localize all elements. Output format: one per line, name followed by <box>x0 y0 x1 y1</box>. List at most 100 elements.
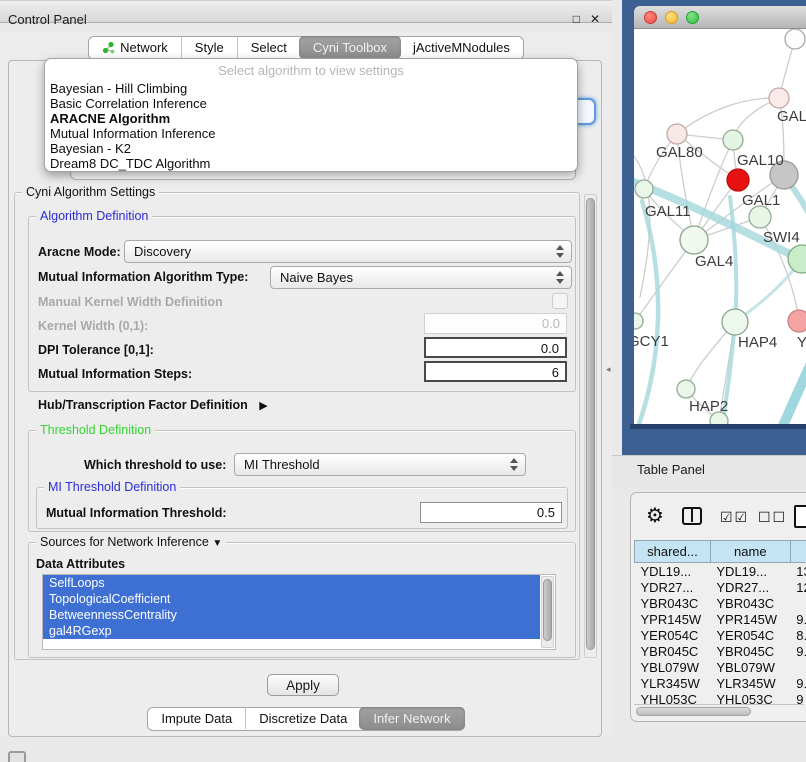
table-cell[interactable]: 12 <box>790 579 806 595</box>
table-cell[interactable] <box>790 659 806 675</box>
network-node[interactable] <box>680 226 708 254</box>
tab-network[interactable]: Network <box>89 37 181 58</box>
table-cell[interactable]: 9. <box>790 675 806 691</box>
tab-jactivemnodules[interactable]: jActiveMNodules <box>400 37 523 58</box>
hub-section-label[interactable]: Hub/Transcription Factor Definition ▶ <box>38 398 268 412</box>
table-cell[interactable]: YBL079W <box>635 659 711 675</box>
table-row[interactable]: YDR27...YDR27...12 <box>635 579 806 595</box>
tab-infer-network[interactable]: Infer Network <box>359 707 464 730</box>
network-node[interactable] <box>634 313 643 329</box>
mi-threshold-field[interactable]: 0.5 <box>420 502 562 523</box>
list-item[interactable]: gal4RGexp <box>43 623 540 639</box>
table-cell[interactable]: YHL053C <box>635 691 711 704</box>
dropdown-item[interactable]: Dream8 DC_TDC Algorithm <box>45 156 577 171</box>
column-header-shared-name[interactable]: shared... <box>635 541 711 563</box>
table-row[interactable]: YBR043CYBR043C <box>635 595 806 611</box>
dropdown-item[interactable]: Bayesian - K2 <box>45 141 577 156</box>
table-row[interactable]: YPR145WYPR145W9. <box>635 611 806 627</box>
column-header-cut[interactable] <box>790 541 806 563</box>
table-cell[interactable]: 9. <box>790 643 806 659</box>
network-node[interactable] <box>749 206 771 228</box>
network-node[interactable] <box>769 88 789 108</box>
network-node[interactable] <box>635 180 653 198</box>
table-cell[interactable]: YDL19... <box>710 563 790 580</box>
dropdown-item[interactable]: Mutual Information Inference <box>45 126 577 141</box>
table-cell[interactable]: YBR045C <box>710 643 790 659</box>
table-row[interactable]: YBL079WYBL079W <box>635 659 806 675</box>
network-edge[interactable] <box>677 98 779 134</box>
table-cell[interactable]: YPR145W <box>635 611 711 627</box>
scrollbar-thumb[interactable] <box>543 579 552 641</box>
list-item[interactable]: SelfLoops <box>43 575 540 591</box>
table-row[interactable]: YER054CYER054C8. <box>635 627 806 643</box>
table-cell[interactable]: YBL079W <box>710 659 790 675</box>
network-node[interactable] <box>785 29 805 49</box>
chevron-down-icon[interactable]: ▼ <box>212 538 222 549</box>
document-icon[interactable] <box>794 505 806 528</box>
tab-discretize-data[interactable]: Discretize Data <box>245 708 360 729</box>
network-window-titlebar[interactable] <box>634 6 806 29</box>
table-cell[interactable]: YDL19... <box>635 563 711 580</box>
column-header-name[interactable]: name <box>710 541 790 563</box>
settings-scrollbar[interactable] <box>584 194 597 658</box>
network-node[interactable] <box>788 245 806 273</box>
aracne-mode-combo[interactable]: Discovery <box>124 240 572 263</box>
table-row[interactable]: YBR045CYBR045C9. <box>635 643 806 659</box>
network-edge[interactable] <box>778 349 806 424</box>
mi-type-combo[interactable]: Naive Bayes <box>270 266 572 289</box>
table-row[interactable]: YDL19...YDL19...13 <box>635 563 806 580</box>
table-cell[interactable]: 13 <box>790 563 806 580</box>
float-window-icon[interactable]: □ <box>573 12 580 26</box>
table-cell[interactable] <box>790 595 806 611</box>
splitter-collapse-icon[interactable]: ◂ <box>606 364 611 375</box>
table-cell[interactable]: YLR345W <box>710 675 790 691</box>
deselect-all-icon[interactable]: ☐☐ <box>758 510 787 526</box>
table-cell[interactable]: YBR045C <box>635 643 711 659</box>
scrollbar-thumb[interactable] <box>586 198 595 650</box>
tab-style[interactable]: Style <box>181 37 237 58</box>
kernel-width-field[interactable]: 0.0 <box>424 313 567 334</box>
manual-kernel-checkbox[interactable] <box>552 293 568 309</box>
table-cell[interactable]: 8. <box>790 627 806 643</box>
mi-steps-field[interactable]: 6 <box>424 361 567 382</box>
close-traffic-light-icon[interactable] <box>644 11 657 24</box>
apply-button[interactable]: Apply <box>267 674 339 696</box>
close-icon[interactable]: ✕ <box>590 12 600 26</box>
network-node[interactable] <box>722 309 748 335</box>
table-cell[interactable]: 9. <box>790 611 806 627</box>
tab-impute-data[interactable]: Impute Data <box>148 708 245 729</box>
minimize-traffic-light-icon[interactable] <box>665 11 678 24</box>
gear-icon[interactable]: ⚙ <box>646 503 664 527</box>
table-cell[interactable]: YBR043C <box>635 595 711 611</box>
which-threshold-combo[interactable]: MI Threshold <box>234 453 526 476</box>
dpi-tolerance-field[interactable]: 0.0 <box>424 337 567 358</box>
network-graph[interactable]: GALGAL80GAL10GAL1GAL11SWI4GAL4GCY1HAP4YH… <box>634 29 806 424</box>
table-cell[interactable]: YER054C <box>710 627 790 643</box>
table-cell[interactable]: 9 <box>790 691 806 704</box>
table-row[interactable]: YLR345WYLR345W9. <box>635 675 806 691</box>
table-row[interactable]: YHL053CYHL053C9 <box>635 691 806 704</box>
zoom-traffic-light-icon[interactable] <box>686 11 699 24</box>
attributes-scrollbar[interactable] <box>541 576 554 648</box>
network-canvas[interactable]: GALGAL80GAL10GAL1GAL11SWI4GAL4GCY1HAP4YH… <box>634 29 806 424</box>
tab-cyni-toolbox[interactable]: Cyni Toolbox <box>299 36 401 59</box>
table-cell[interactable]: YER054C <box>635 627 711 643</box>
table-horizontal-scrollbar[interactable] <box>634 704 804 717</box>
dropdown-item-selected[interactable]: ARACNE Algorithm <box>45 111 577 126</box>
tab-select[interactable]: Select <box>237 37 300 58</box>
chevron-right-icon[interactable]: ▶ <box>259 399 267 412</box>
dropdown-item[interactable]: Basic Correlation Inference <box>45 96 577 111</box>
network-node[interactable] <box>788 310 806 332</box>
select-all-icon[interactable]: ☑☑ <box>720 510 749 526</box>
scrollbar-thumb[interactable] <box>636 707 751 716</box>
network-node[interactable] <box>677 380 695 398</box>
table-cell[interactable]: YDR27... <box>635 579 711 595</box>
list-item[interactable]: TopologicalCoefficient <box>43 591 540 607</box>
network-node[interactable] <box>667 124 687 144</box>
network-node[interactable] <box>723 130 743 150</box>
network-node[interactable] <box>727 169 749 191</box>
table-cell[interactable]: YLR345W <box>635 675 711 691</box>
list-item[interactable]: BetweennessCentrality <box>43 607 540 623</box>
table-cell[interactable]: YPR145W <box>710 611 790 627</box>
table-cell[interactable]: YHL053C <box>710 691 790 704</box>
